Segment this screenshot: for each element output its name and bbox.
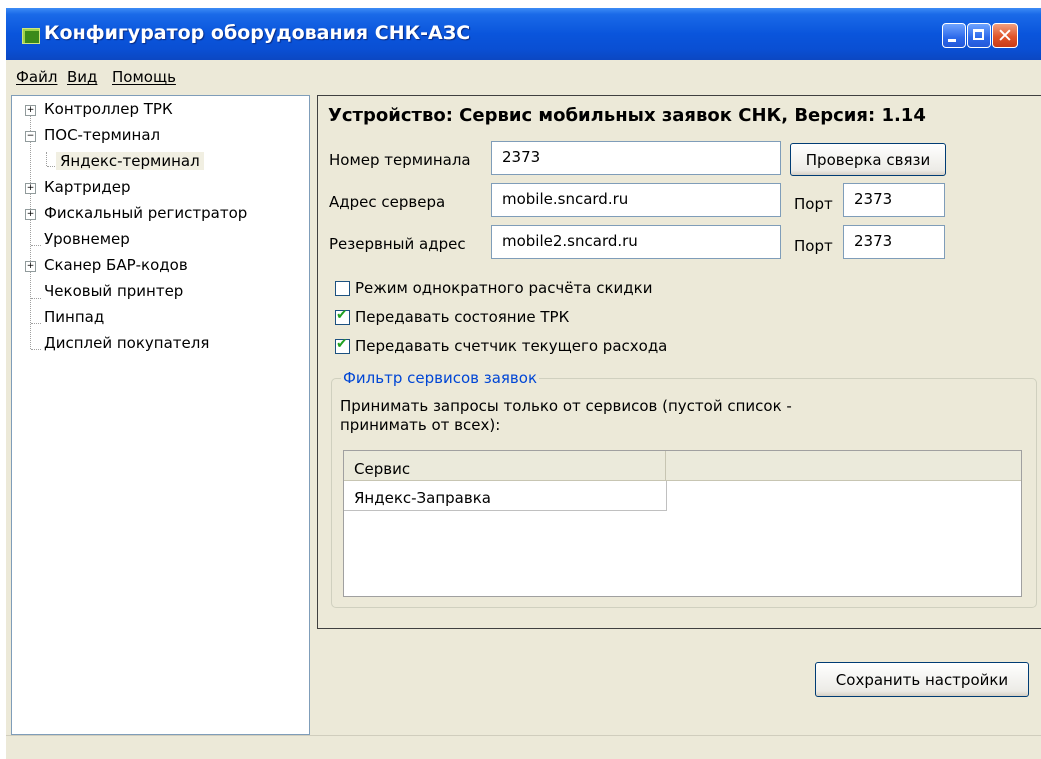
check-connection-button[interactable]: Проверка связи [790,143,946,176]
empty-column-header [666,451,1021,481]
device-header: Устройство: Сервис мобильных заявок СНК,… [328,105,926,126]
tree-item-barcode-scanner[interactable]: + Сканер БАР-кодов [12,254,302,278]
single-discount-checkbox[interactable] [335,281,350,296]
tree-item-pinpad[interactable]: Пинпад [12,306,302,330]
send-trk-state-checkbox[interactable] [335,307,350,325]
service-table[interactable]: Сервис Яндекс-Заправка [343,450,1022,597]
tree-item-yandex-terminal[interactable]: Яндекс-терминал [12,150,302,174]
expand-icon[interactable]: + [25,261,36,272]
single-discount-label: Режим однократного расчёта скидки [355,279,653,297]
tree-item-card-reader[interactable]: + Картридер [12,176,302,200]
service-filter-description: Принимать запросы только от сервисов (пу… [340,397,792,434]
terminal-number-input[interactable]: 2373 [491,141,781,175]
tree-item-label: Сканер БАР-кодов [44,256,188,274]
menu-file[interactable]: Файл [16,68,57,86]
maximize-button[interactable] [967,23,991,48]
expand-icon[interactable]: + [25,183,36,194]
maximize-icon [973,29,984,40]
device-tree[interactable]: + Контроллер ТРК − ПОС-терминал Яндекс-т… [11,95,310,735]
tree-item-label: Чековый принтер [44,282,184,300]
tree-item-label: Фискальный регистратор [44,204,248,222]
minimize-icon [948,39,956,42]
service-filter-group: Фильтр сервисов заявок Принимать запросы… [331,369,1037,608]
save-settings-button[interactable]: Сохранить настройки [815,662,1029,697]
service-filter-legend: Фильтр сервисов заявок [341,369,540,387]
server-address-label: Адрес сервера [329,193,446,211]
menu-bar: Файл Вид Помощь [6,60,1041,92]
reserve-port-input[interactable]: 2373 [843,225,945,259]
server-port-input[interactable]: 2373 [843,183,945,217]
table-row[interactable]: Яндекс-Заправка [344,481,667,511]
menu-help[interactable]: Помощь [112,68,176,86]
reserve-address-label: Резервный адрес [329,235,466,253]
close-button[interactable]: ✕ [992,23,1018,48]
server-address-input[interactable]: mobile.sncard.ru [491,183,781,217]
send-trk-state-label: Передавать состояние ТРК [355,308,570,326]
service-column-header[interactable]: Сервис [344,451,666,481]
expand-icon[interactable]: + [25,209,36,220]
status-bar [6,735,1041,759]
send-consumption-counter-checkbox[interactable] [335,336,350,354]
tree-item-label: Картридер [44,178,131,196]
tree-item-label: ПОС-терминал [44,126,161,144]
window-title: Конфигуратор оборудования СНК-АЗС [44,22,471,44]
terminal-number-label: Номер терминала [329,151,471,169]
tree-item-label: Яндекс-терминал [56,152,204,170]
app-window: Конфигуратор оборудования СНК-АЗС ✕ Файл… [6,8,1041,759]
server-port-label: Порт [794,195,833,213]
tree-item-label: Уровнемер [44,230,130,248]
tree-item-receipt-printer[interactable]: Чековый принтер [12,280,302,304]
tree-item-label: Пинпад [44,308,105,326]
send-consumption-counter-label: Передавать счетчик текущего расхода [355,337,668,355]
close-icon: ✕ [997,25,1013,47]
collapse-icon[interactable]: − [25,131,36,142]
app-icon [22,28,40,44]
minimize-button[interactable] [942,23,966,48]
reserve-address-input[interactable]: mobile2.sncard.ru [491,225,781,259]
expand-icon[interactable]: + [25,105,36,116]
tree-item-customer-display[interactable]: Дисплей покупателя [12,332,302,356]
tree-item-fiscal-registrar[interactable]: + Фискальный регистратор [12,202,302,226]
device-settings-panel: Устройство: Сервис мобильных заявок СНК,… [317,95,1041,629]
tree-item-pos-terminal[interactable]: − ПОС-терминал [12,124,302,148]
title-bar[interactable]: Конфигуратор оборудования СНК-АЗС ✕ [6,8,1041,60]
menu-view[interactable]: Вид [67,68,97,86]
tree-item-label: Дисплей покупателя [44,334,210,352]
tree-item-label: Контроллер ТРК [44,100,173,118]
tree-item-trk-controller[interactable]: + Контроллер ТРК [12,98,302,122]
reserve-port-label: Порт [794,237,833,255]
tree-item-level-gauge[interactable]: Уровнемер [12,228,302,252]
